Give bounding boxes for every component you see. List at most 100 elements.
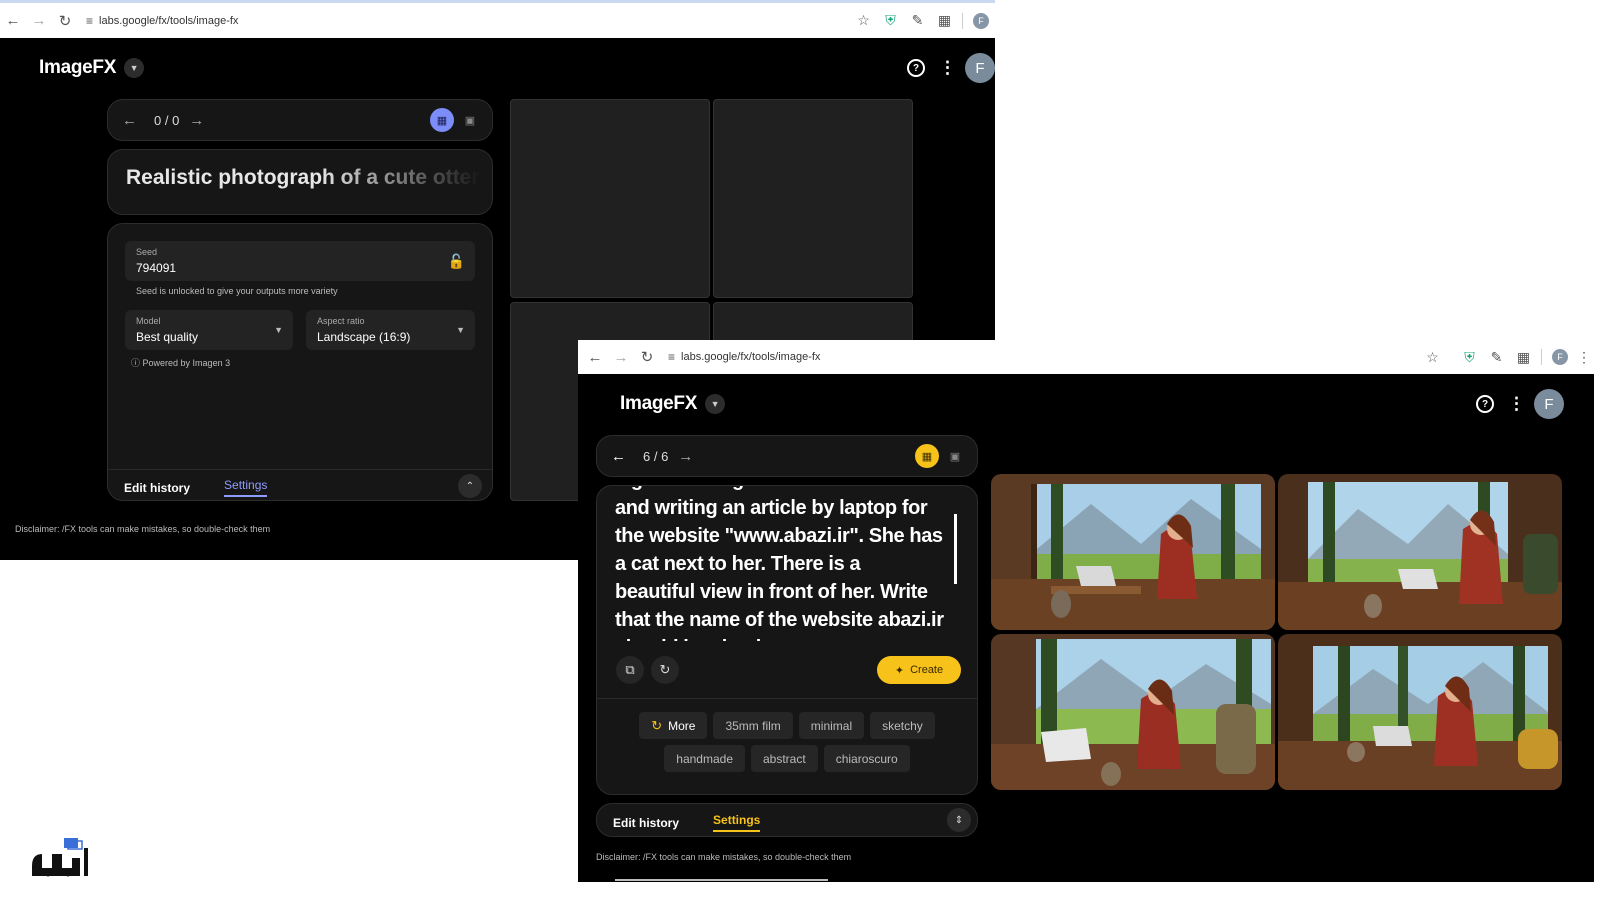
profile-avatar[interactable]: F [1552,349,1568,365]
image-pager: ← 0 / 0 → ▦ ▣ [107,99,493,141]
shield-icon[interactable]: ⛨ [1456,349,1483,366]
prompt-box[interactable]: Realistic photograph of a cute otter zo [107,149,493,215]
forward-icon[interactable]: → [26,12,52,29]
grid-view-icon[interactable]: ▦ [915,444,939,468]
kebab-icon[interactable]: ⋮ [1574,349,1594,366]
grid-view-icon[interactable]: ▦ [430,108,454,132]
prompt-viewport[interactable]: a girl is sitting at a wooden table and … [597,486,977,641]
prompt-panel: a girl is sitting at a wooden table and … [596,485,978,795]
single-view-icon[interactable]: ▣ [458,108,482,132]
generated-image[interactable] [1278,634,1562,790]
reload-icon[interactable]: ↻ [634,348,660,366]
tab-edit-history[interactable]: Edit history [124,481,190,495]
forward-icon[interactable]: → [608,349,634,366]
unlock-icon[interactable]: 🔓 [448,253,465,270]
tab-settings[interactable]: Settings [713,813,761,832]
kebab-icon[interactable]: ⋮ [939,58,956,78]
site-settings-icon[interactable]: ≡ [668,350,675,364]
browser-toolbar: ← → ↻ ≡ labs.google/fx/tools/image-fx ☆ … [578,340,1594,374]
app-logo[interactable]: ImageFX [39,57,116,79]
more-chip[interactable]: ↻ More [639,712,708,739]
text-cursor [954,514,957,584]
sparkle-icon: ✦ [894,664,905,677]
cabin-scene-illustration [991,474,1275,630]
view-toggle: ▦ ▣ [430,108,482,132]
back-icon[interactable]: ← [582,349,608,366]
style-chip[interactable]: sketchy [870,712,935,739]
chevron-down-icon[interactable]: ▼ [705,394,726,414]
refresh-icon[interactable]: ↻ [651,656,679,684]
user-avatar[interactable]: F [1534,389,1564,419]
collapse-icon[interactable]: ⌃ [458,474,482,498]
puzzle-icon[interactable]: ▦ [931,12,958,29]
powered-by: ⓘ Powered by Imagen 3 [131,356,230,369]
shield-icon[interactable]: ⛨ [877,12,904,29]
next-arrow-icon[interactable]: → [189,112,211,129]
generated-image[interactable] [1278,474,1562,630]
generated-image[interactable] [991,474,1275,630]
cabin-scene-illustration [1278,634,1562,790]
seed-label: Seed [136,247,158,257]
abazi-logo [32,838,88,877]
chevron-updown-icon[interactable]: ⇕ [947,808,971,832]
tab-edit-history[interactable]: Edit history [613,816,679,830]
style-chip[interactable]: 35mm film [713,712,793,739]
help-icon[interactable]: ? [907,59,925,77]
aspect-ratio-select[interactable]: Aspect ratio Landscape (16:9) ▼ [306,310,475,350]
seed-hint: Seed is unlocked to give your outputs mo… [136,286,338,296]
chevron-down-icon[interactable]: ▼ [124,58,145,78]
info-icon: ⓘ [131,358,141,368]
view-toggle: ▦ ▣ [915,444,967,468]
prev-arrow-icon[interactable]: ← [122,112,144,129]
single-view-icon[interactable]: ▣ [943,444,967,468]
tab-settings[interactable]: Settings [224,478,268,497]
prev-arrow-icon[interactable]: ← [611,448,633,465]
puzzle-icon[interactable]: ▦ [1510,349,1537,366]
address-bar[interactable]: labs.google/fx/tools/image-fx [681,351,1419,363]
browser-window-2: ← → ↻ ≡ labs.google/fx/tools/image-fx ☆ … [578,340,1594,882]
prompt-text[interactable]: Realistic photograph of a cute otter zo [108,150,492,206]
star-icon[interactable]: ☆ [850,12,877,29]
caret-down-icon: ▼ [456,325,465,335]
profile-avatar[interactable]: F [973,12,989,29]
header-actions: ? ⋮ F [907,53,995,83]
caret-down-icon: ▼ [274,325,283,335]
create-button[interactable]: ✦ Create [877,656,961,684]
image-counter: 6 / 6 [643,448,669,464]
style-chip[interactable]: minimal [798,712,865,739]
model-value: Best quality [136,330,199,344]
site-settings-icon[interactable]: ≡ [86,14,93,28]
pen-icon[interactable]: ✎ [1483,349,1510,366]
bottom-tabs: Edit history Settings [124,478,301,497]
next-arrow-icon[interactable]: → [678,448,700,465]
settings-panel: Seed 794091 🔓 Seed is unlocked to give y… [107,223,493,501]
help-icon[interactable]: ? [1476,395,1494,413]
bottom-tabs: Edit history Settings [613,813,794,832]
app-header: ImageFX ▼ ? ⋮ F [578,389,1594,419]
style-chip[interactable]: handmade [664,745,745,772]
model-select[interactable]: Model Best quality ▼ [125,310,293,350]
app-logo[interactable]: ImageFX [620,393,697,415]
address-bar[interactable]: labs.google/fx/tools/image-fx [99,15,850,27]
panel-divider [108,469,492,470]
style-chip[interactable]: chiaroscuro [823,745,910,772]
pen-icon[interactable]: ✎ [904,12,931,29]
seed-field[interactable]: Seed 794091 🔓 [125,241,475,281]
style-chip[interactable]: abstract [751,745,818,772]
back-icon[interactable]: ← [0,12,26,29]
prompt-text[interactable]: a girl is sitting at a wooden table and … [615,486,945,641]
bottom-tabs-bar: Edit history Settings ⇕ [596,803,978,837]
user-avatar[interactable]: F [965,53,995,83]
header-actions: ? ⋮ F [1476,389,1564,419]
copy-icon[interactable]: ⧉ [616,656,644,684]
kebab-icon[interactable]: ⋮ [1508,394,1525,414]
image-placeholder [713,99,913,298]
more-label: More [668,718,696,733]
prompt-text-scroll: a girl is sitting at a wooden table and … [615,486,944,641]
reload-icon[interactable]: ↻ [52,12,78,30]
disclaimer: Disclaimer: /FX tools can make mistakes,… [15,524,271,534]
star-icon[interactable]: ☆ [1419,349,1446,366]
cabin-scene-illustration [991,634,1275,790]
generated-image[interactable] [991,634,1275,790]
seed-value[interactable]: 794091 [136,261,176,275]
